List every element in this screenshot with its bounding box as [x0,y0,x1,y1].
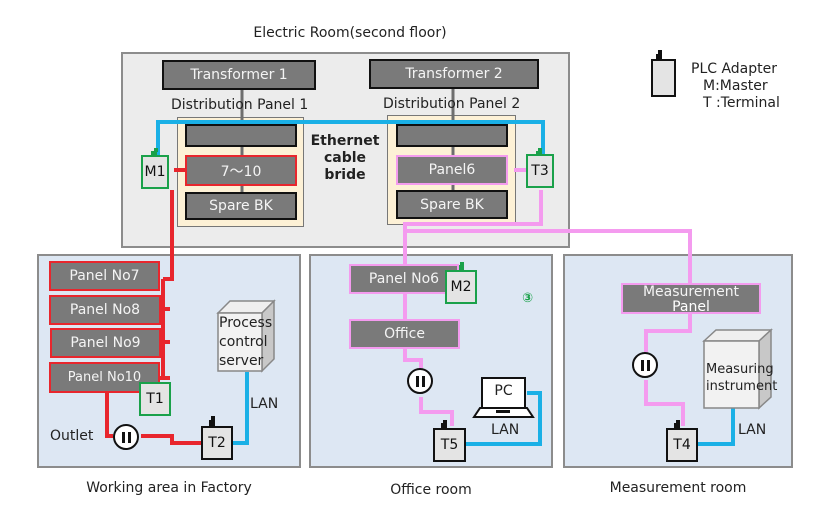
red-line-t2 [141,434,202,445]
plc-adapter-t5: T5 [433,428,466,462]
ethernet-bridge-note: Ethernet cable bride [310,133,380,183]
plc-adapter-m1: M1 [141,155,169,189]
office-panel: Office [349,319,460,349]
measurement-panel: Measurement Panel [621,283,761,315]
plc-network-diagram: Electric Room(second floor) Transformer … [0,0,833,530]
factory-lan-label: LAN [250,396,279,412]
panel-2-breaker-panel6: Panel6 [396,155,508,185]
panel-1-main-breaker [185,124,297,147]
red-line-outlet [105,392,113,438]
plc-adapter-icon [651,59,676,97]
measurement-lan-label: LAN [738,422,767,438]
transformer-2: Transformer 2 [369,59,539,89]
factory-panel-no9: Panel No9 [50,328,161,358]
office-caption: Office room [390,482,472,498]
factory-panel-no7: Panel No7 [49,261,160,291]
factory-panel-no8: Panel No8 [49,295,161,325]
pc-label: PC [494,383,513,399]
plc-adapter-t4: T4 [666,428,698,462]
measuring-instrument-label: Measuring instrument [706,362,778,394]
panel-1-spare-breaker: Spare BK [185,192,297,220]
measurement-outlet-icon [632,352,658,378]
plc-adapter-t3: T3 [526,154,554,188]
lan-line-factory [232,372,249,445]
plc-adapter-t1: T1 [139,382,171,416]
legend: PLC Adapter M:Master T :Terminal [691,61,780,111]
distribution-panel-1-label: Distribution Panel 1 [171,97,309,113]
measurement-caption: Measurement room [609,480,747,496]
panel-2-spare-breaker: Spare BK [396,190,508,219]
plc-adapter-t2: T2 [201,426,233,460]
office-panel-no6: Panel No6 [349,264,459,294]
outlet-label: Outlet [50,428,94,444]
lan-line-measurement [696,408,735,446]
distribution-panel-2-label: Distribution Panel 2 [383,96,521,112]
transformer-1: Transformer 1 [162,60,316,90]
factory-outlet-icon [113,424,139,450]
process-control-server-label: Process control server [219,315,273,369]
office-outlet-icon [407,368,433,394]
plc-adapter-m2: M2 [445,270,477,304]
red-line-trunk [163,190,174,281]
office-lan-label: LAN [491,422,520,438]
panel-1-breaker-7-10: 7～10 [185,155,297,186]
factory-caption: Working area in Factory [86,480,252,496]
panel-2-main-breaker [396,124,508,147]
office-marker-3: ③ [522,291,534,306]
